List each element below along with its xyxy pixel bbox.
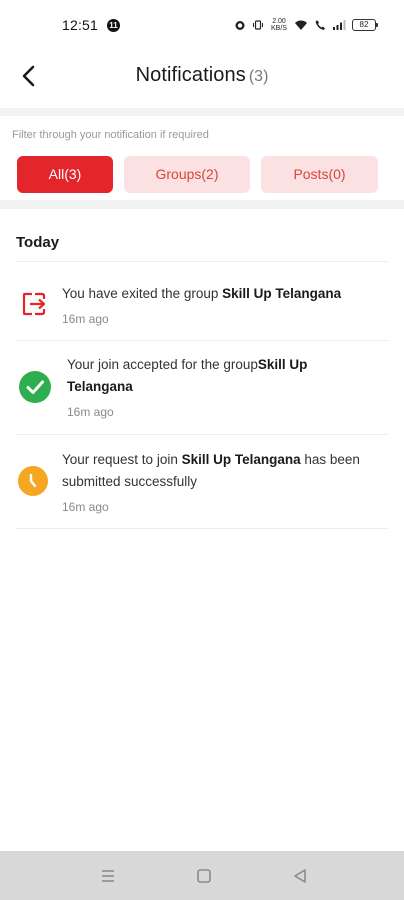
notification-text: Your join accepted for the groupSkill Up… [67, 357, 308, 394]
notification-item[interactable]: Your join accepted for the groupSkill Up… [0, 341, 404, 435]
app-header: Notifications (3) [0, 52, 404, 100]
notification-text: Your request to join Skill Up Telangana … [62, 452, 360, 489]
clock-icon [18, 466, 48, 496]
filter-chip-posts[interactable]: Posts(0) [261, 156, 378, 193]
wifi-icon [295, 20, 307, 30]
notification-item[interactable]: Your request to join Skill Up Telangana … [0, 435, 404, 529]
filter-chip-groups[interactable]: Groups(2) [124, 156, 250, 193]
alarm-icon [235, 21, 245, 30]
back-triangle-icon[interactable] [291, 866, 309, 886]
notification-badge-icon: 11 [107, 19, 120, 32]
divider [16, 528, 388, 529]
recents-menu-icon[interactable] [99, 866, 117, 886]
notification-item[interactable]: You have exited the group Skill Up Telan… [0, 262, 404, 340]
status-icons: 2.00 KB/S 82 [234, 15, 378, 35]
filter-chip-all[interactable]: All(3) [17, 156, 113, 193]
notification-time: 16m ago [62, 500, 109, 514]
check-circle-icon [19, 371, 51, 403]
net-speed: 2.00 KB/S [271, 18, 287, 32]
notification-count: (3) [248, 68, 269, 85]
notification-text: You have exited the group Skill Up Telan… [62, 286, 342, 301]
filter-hint: Filter through your notification if requ… [12, 129, 209, 141]
exit-icon [22, 292, 46, 316]
filter-section: Filter through your notification if requ… [0, 108, 404, 200]
status-bar: 12:51 11 2.00 KB/S 82 [0, 0, 404, 52]
page-title: Notifications (3) [0, 64, 404, 87]
system-nav-bar [0, 851, 404, 900]
status-time: 12:51 [62, 17, 99, 33]
signal-icon [333, 20, 346, 30]
section-divider [0, 200, 404, 209]
notification-time: 16m ago [62, 312, 109, 326]
page-title-text: Notifications [135, 64, 246, 86]
vibrate-icon [253, 20, 263, 30]
section-heading-today: Today [16, 234, 60, 251]
home-square-icon[interactable] [195, 866, 213, 886]
notification-time: 16m ago [67, 405, 114, 419]
call-icon [315, 20, 325, 30]
battery-icon: 82 [352, 19, 378, 31]
